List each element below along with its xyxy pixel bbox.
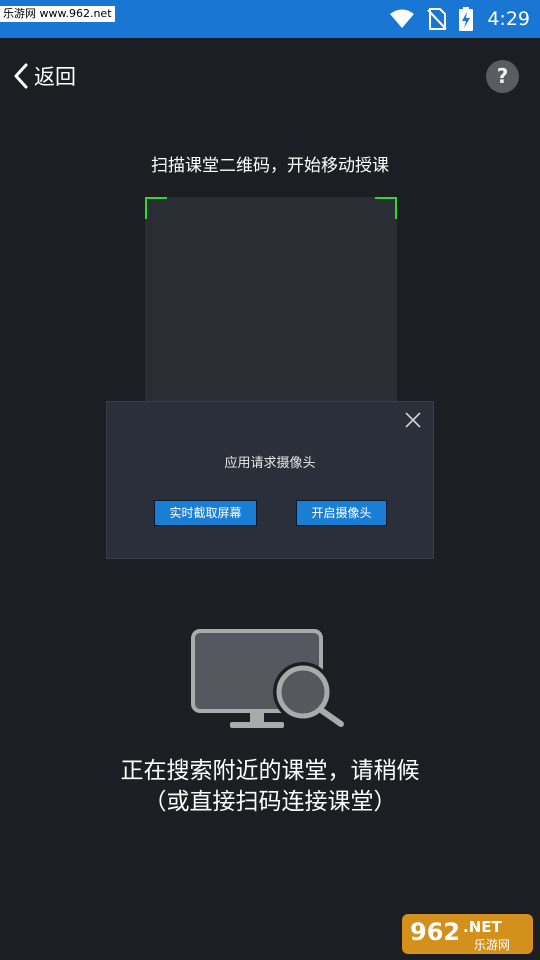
scanner-corner-top-left (145, 197, 167, 219)
camera-request-dialog: 应用请求摄像头 实时截取屏幕 开启摄像头 (106, 401, 434, 559)
search-status-text: 正在搜索附近的课堂，请稍候 （或直接扫码连接课堂） (0, 756, 540, 818)
enable-camera-button[interactable]: 开启摄像头 (296, 500, 387, 526)
scan-hint: 扫描课堂二维码，开始移动授课 (151, 156, 389, 176)
qr-scanner-viewfinder (145, 197, 397, 409)
close-icon[interactable] (403, 410, 423, 430)
search-status-line2: （或直接扫码连接课堂） (143, 789, 397, 815)
watermark-suffix: .NET (463, 918, 502, 936)
screen-capture-button[interactable]: 实时截取屏幕 (154, 500, 257, 526)
watermark-number: 962 (410, 918, 460, 946)
status-bar: 乐游网 www.962.net 4:29 (0, 0, 540, 38)
back-button[interactable]: 返回 (12, 58, 76, 94)
watermark-logo: 962 .NET 乐游网 (402, 914, 533, 954)
scanner-corner-top-right (375, 197, 397, 219)
dialog-title: 应用请求摄像头 (224, 456, 316, 471)
no-sim-icon (427, 8, 448, 30)
monitor-search-icon (191, 629, 344, 728)
battery-charging-icon (459, 7, 474, 31)
search-status-line1: 正在搜索附近的课堂，请稍候 (120, 758, 420, 784)
watermark-name: 乐游网 (474, 938, 510, 952)
watermark-label: 乐游网 www.962.net (0, 6, 115, 22)
status-icons: 4:29 (389, 0, 530, 38)
chevron-left-icon (14, 63, 28, 89)
status-time: 4:29 (487, 8, 530, 30)
back-label: 返回 (34, 65, 76, 89)
wifi-icon (390, 9, 415, 28)
help-button[interactable]: ? (486, 60, 519, 93)
